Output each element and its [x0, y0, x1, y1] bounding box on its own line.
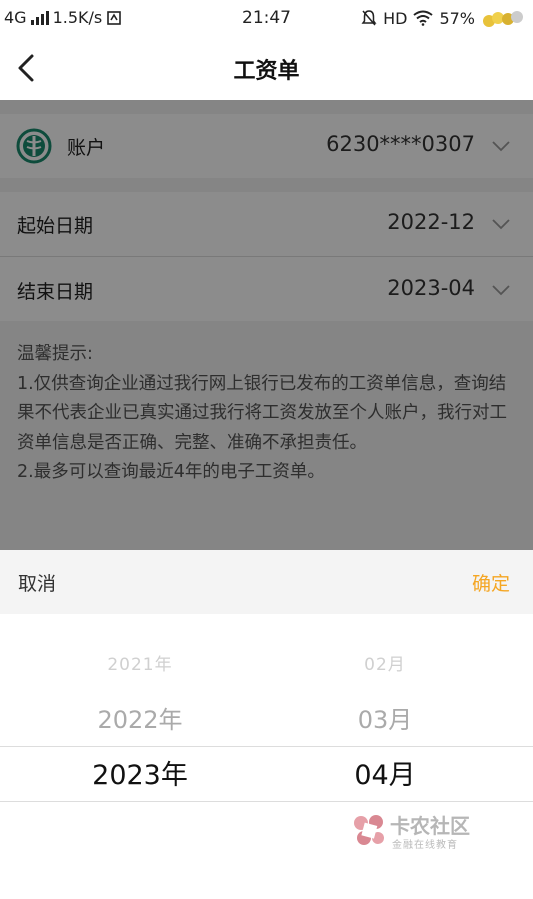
wifi-icon [413, 10, 434, 26]
picker-year-option[interactable]: 2022年 [40, 700, 240, 735]
picker-month-option[interactable]: 02月 [285, 650, 485, 675]
picker-toolbar: 取消 确定 [0, 550, 533, 614]
picker-year-option[interactable]: 2021年 [40, 650, 240, 675]
battery-percent: 57% [439, 8, 475, 28]
watermark: 卡农社区 金融在线教育 [352, 808, 477, 854]
picker-year-selected[interactable]: 2023年 [40, 753, 240, 792]
hd-indicator: HD [383, 8, 408, 28]
picker-selection-top-line [0, 746, 533, 747]
cancel-button[interactable]: 取消 [18, 569, 56, 596]
watermark-logo-icon [354, 815, 384, 845]
battery-icon [483, 11, 523, 27]
picker-selection-bottom-line [0, 801, 533, 802]
picker-month-option[interactable]: 03月 [285, 700, 485, 735]
nav-bar: 工资单 [0, 36, 533, 100]
modal-overlay[interactable] [0, 100, 533, 550]
confirm-button[interactable]: 确定 [472, 569, 510, 596]
mute-bell-icon [361, 10, 377, 26]
watermark-subtitle: 金融在线教育 [392, 840, 458, 851]
page-title: 工资单 [233, 59, 300, 84]
watermark-title: 卡农社区 [390, 814, 470, 838]
status-bar: 4G 1.5K/s 21:47 HD 57% [0, 0, 533, 36]
picker-month-selected[interactable]: 04月 [285, 753, 485, 792]
status-right: HD 57% [361, 7, 525, 29]
